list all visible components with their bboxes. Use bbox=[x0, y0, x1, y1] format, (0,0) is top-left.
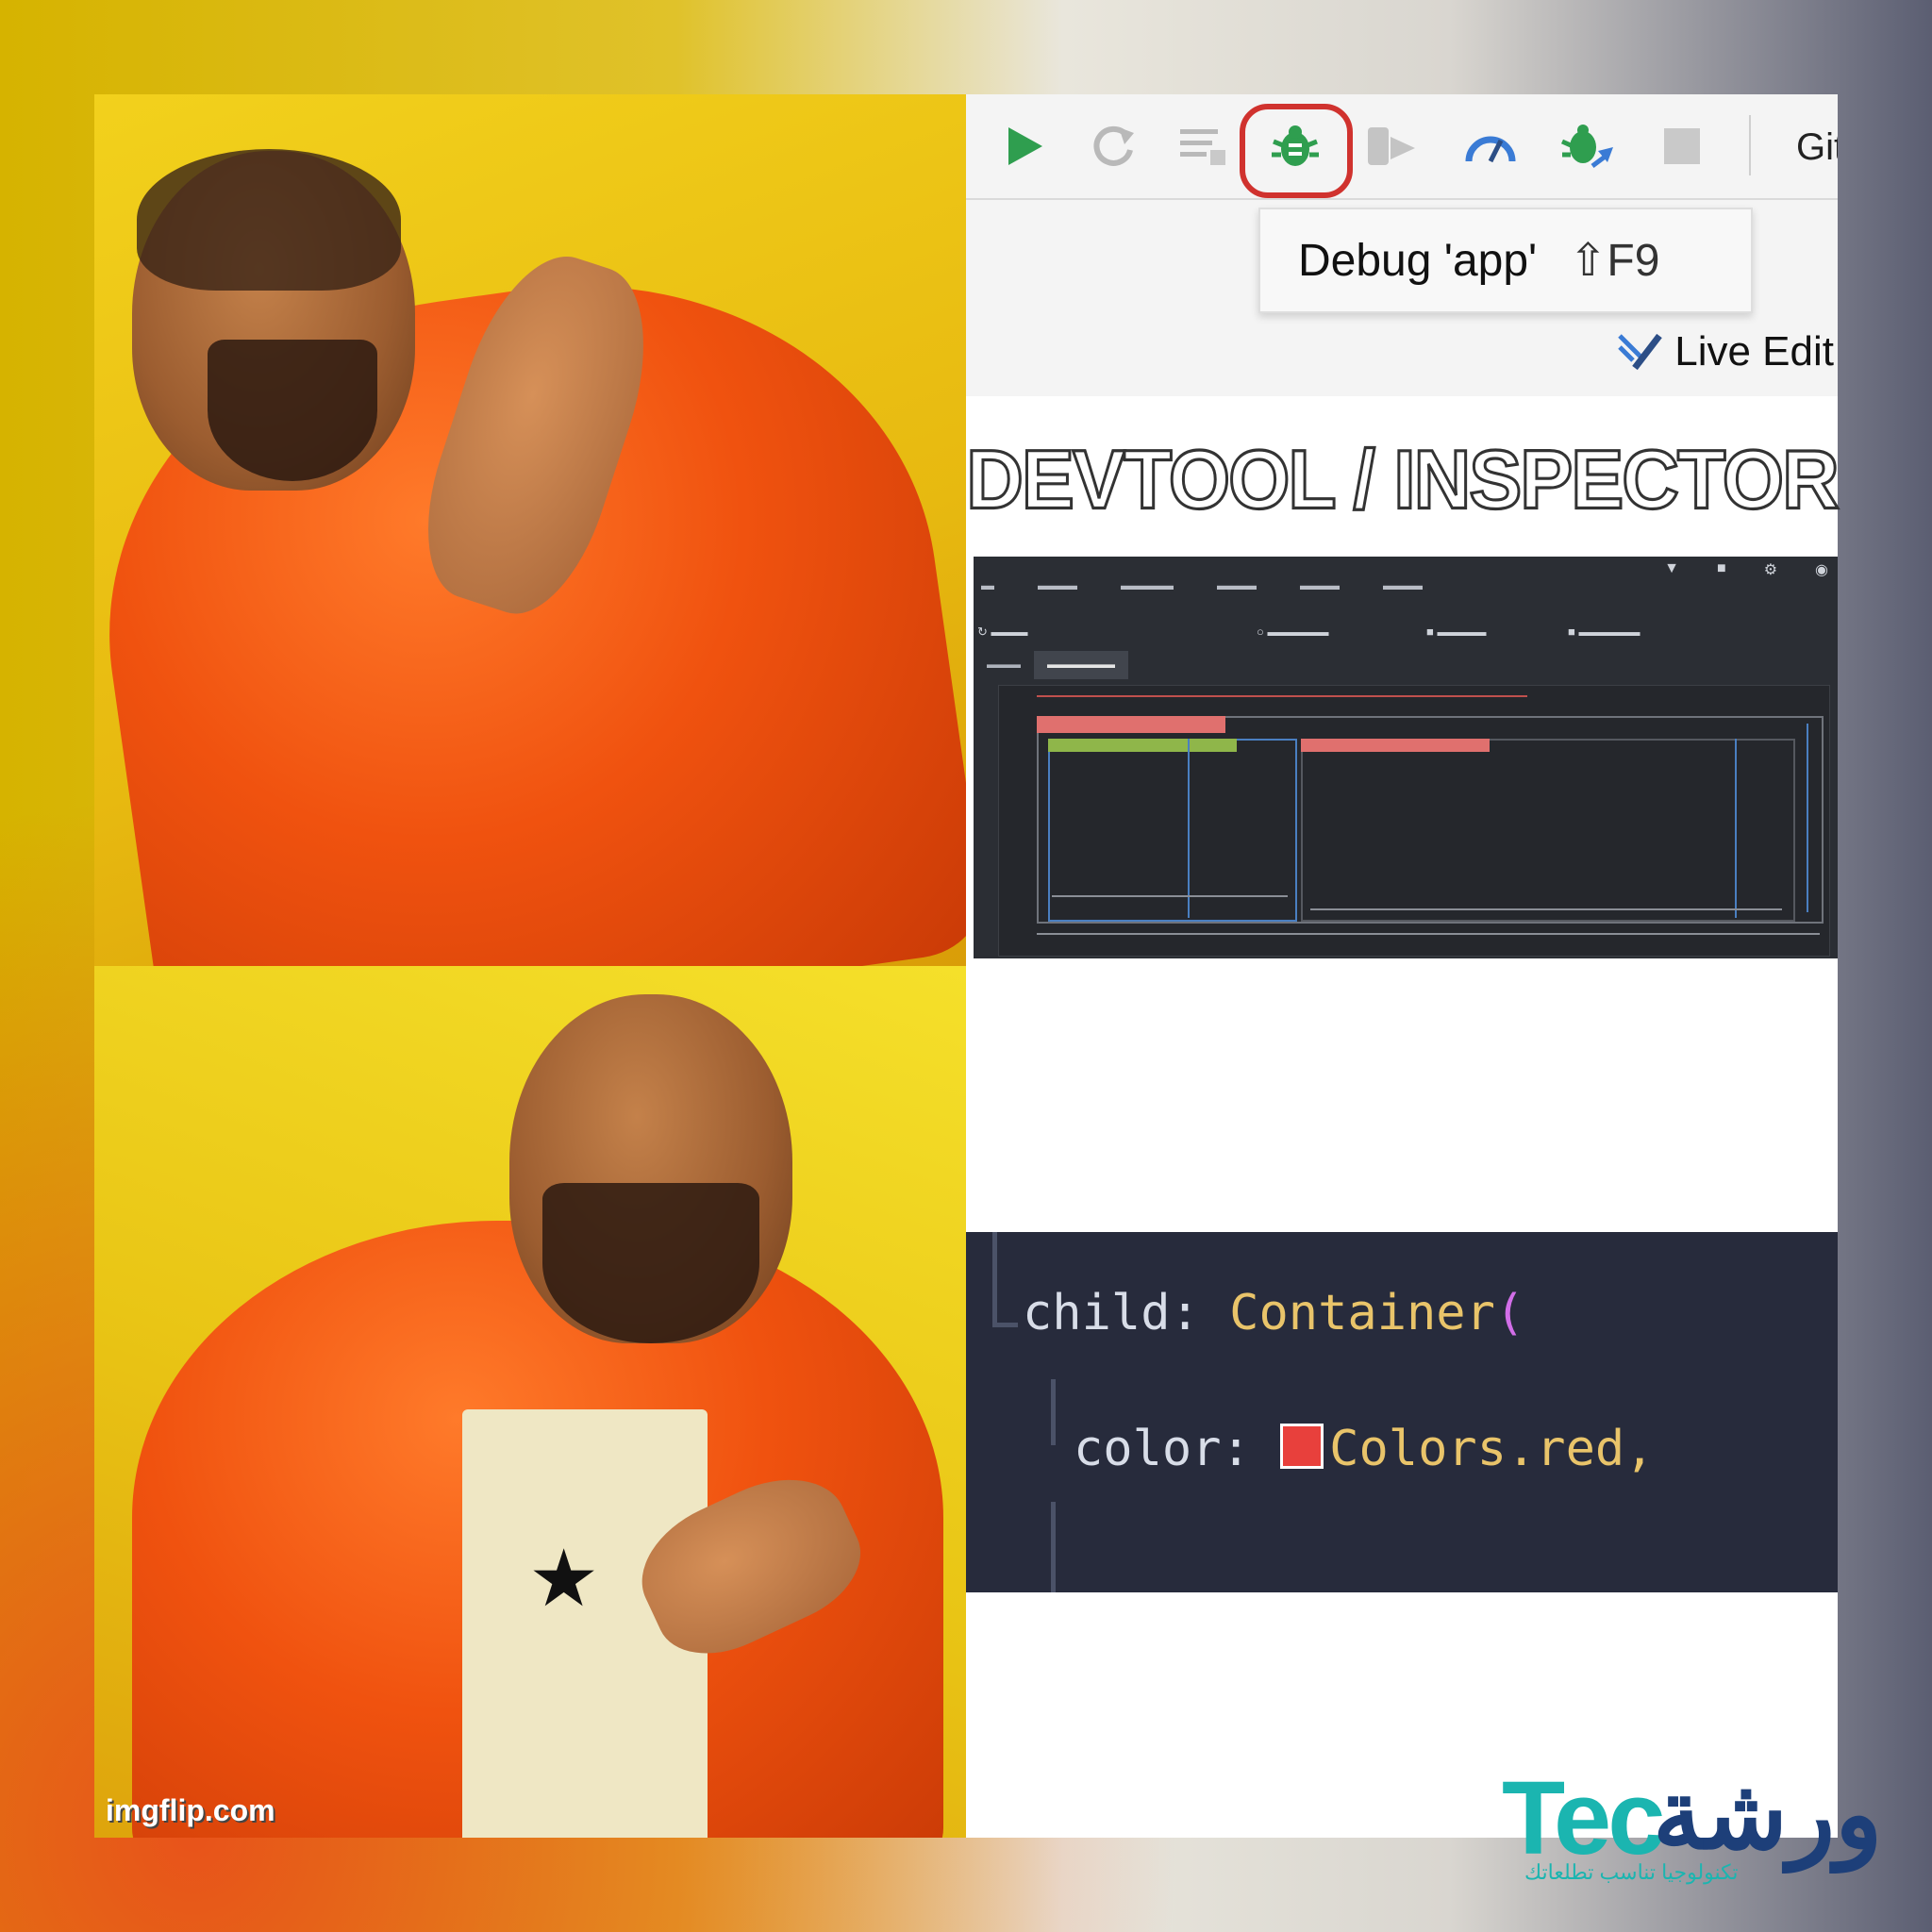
dimension-line bbox=[1037, 933, 1820, 935]
indent-guide bbox=[1051, 1379, 1056, 1445]
ide-toolbar-screenshot: Git Debug 'app' ⇧F9 Live Edit bbox=[966, 94, 1838, 396]
main-axis-line bbox=[1037, 695, 1527, 697]
row-widget-tag bbox=[1037, 716, 1225, 733]
coverage-icon[interactable] bbox=[1174, 117, 1232, 175]
devtool-subtabs: ▬▬▬ ▬▬▬▬▬▬ bbox=[974, 651, 1128, 679]
dt-icon: ▼ bbox=[1664, 560, 1680, 576]
dt-tab: ▬ bbox=[981, 577, 994, 592]
code-line-color: color: Colors.red, bbox=[1074, 1421, 1655, 1477]
profiler-icon[interactable] bbox=[1461, 117, 1520, 175]
debug-highlight-ring bbox=[1240, 104, 1353, 198]
code-line-child: child: Container( bbox=[1023, 1285, 1524, 1341]
dt-toggle: ■ ▬▬▬▬ bbox=[1426, 625, 1487, 639]
meme-panel-reject bbox=[94, 94, 966, 966]
brand-watermark: Tec ورشة تكنولوجيا تناسب تطلعاتك bbox=[1502, 1758, 1898, 1890]
dt-toggle: ○ ▬▬▬▬▬ bbox=[1257, 625, 1329, 639]
meme-frame: ★ imgflip.com Gi Debug 'app' ⇧F9 Live Ed… bbox=[94, 94, 1841, 1838]
dt-subtab: ▬▬▬ bbox=[987, 658, 1021, 671]
tree-elbow bbox=[992, 1232, 1018, 1327]
tooltip-shortcut: ⇧F9 bbox=[1569, 236, 1660, 286]
attach-icon[interactable] bbox=[1362, 117, 1421, 175]
dt-refresh: ↻ ▬▬▬ bbox=[977, 625, 1028, 639]
color-swatch-icon[interactable] bbox=[1280, 1424, 1324, 1469]
live-edit-label: Live Edit bbox=[1674, 328, 1834, 375]
dt-toggle: ■ ▬▬▬▬▬ bbox=[1568, 625, 1641, 639]
git-menu-label[interactable]: Git bbox=[1796, 126, 1838, 169]
dt-tab: ▬▬▬ bbox=[1383, 577, 1423, 592]
tooltip-action: Debug 'app' bbox=[1298, 235, 1538, 286]
code-paren: ( bbox=[1494, 1285, 1525, 1341]
devtool-tab-strip: ▬ ▬▬▬ ▬▬▬▬ ▬▬▬ ▬▬▬ ▬▬▬ bbox=[974, 577, 1838, 615]
dt-icon: ■ bbox=[1717, 560, 1726, 576]
brand-arabic: ورشة bbox=[1653, 1760, 1883, 1870]
debug-attach-icon[interactable] bbox=[1558, 117, 1617, 175]
code-class: Container bbox=[1229, 1285, 1495, 1341]
flex-child-box bbox=[1048, 739, 1297, 922]
flex-child-tag-2 bbox=[1301, 739, 1490, 752]
dimension-line bbox=[1052, 895, 1288, 897]
code-key: child: bbox=[1023, 1285, 1200, 1341]
dimension-line bbox=[1807, 724, 1808, 912]
rerun-icon[interactable] bbox=[1084, 117, 1142, 175]
dimension-line bbox=[1310, 908, 1782, 910]
gear-icon: ⚙ bbox=[1763, 562, 1778, 578]
dt-tab: ▬▬▬ bbox=[1038, 577, 1077, 592]
jumpman-icon: ★ bbox=[528, 1534, 600, 1623]
dt-tab: ▬▬▬ bbox=[1300, 577, 1340, 592]
meme-panel-approve: ★ imgflip.com bbox=[94, 966, 966, 1838]
flex-child-tag bbox=[1048, 739, 1237, 752]
eye-icon: ◉ bbox=[1815, 562, 1828, 578]
flex-child-box-2 bbox=[1301, 739, 1795, 922]
dimension-line bbox=[1188, 739, 1190, 918]
dimension-line bbox=[1735, 739, 1737, 918]
devtool-top-icons: ▼ ■ ⚙ ◉ bbox=[1664, 560, 1828, 579]
live-edit-icon bbox=[1618, 333, 1663, 371]
code-key: color: bbox=[1074, 1421, 1251, 1477]
code-snippet: child: Container( color: Colors.red, bbox=[966, 1232, 1838, 1592]
layout-explorer-canvas bbox=[998, 685, 1830, 957]
hair bbox=[137, 149, 401, 291]
devtool-caption: DEVTOOL / INSPECTOR bbox=[965, 431, 1841, 527]
code-value: Colors.red, bbox=[1329, 1421, 1655, 1477]
imgflip-watermark: imgflip.com bbox=[106, 1793, 275, 1827]
indent-guide bbox=[1051, 1502, 1056, 1592]
beard bbox=[542, 1183, 759, 1343]
run-icon[interactable] bbox=[994, 117, 1053, 175]
debug-tooltip: Debug 'app' ⇧F9 bbox=[1258, 208, 1753, 313]
devtool-action-row: ↻ ▬▬▬ ○ ▬▬▬▬▬ ■ ▬▬▬▬ ■ ▬▬▬▬▬ bbox=[974, 617, 1838, 649]
dt-tab: ▬▬▬ bbox=[1217, 577, 1257, 592]
stop-icon[interactable] bbox=[1653, 117, 1711, 175]
run-toolbar: Git bbox=[966, 94, 1838, 200]
dt-subtab-active: ▬▬▬▬▬▬ bbox=[1034, 651, 1128, 679]
beard bbox=[208, 340, 377, 481]
brand-tagline: تكنولوجيا تناسب تطلعاتك bbox=[1524, 1860, 1739, 1884]
toolbar-separator bbox=[1749, 115, 1751, 175]
dt-tab: ▬▬▬▬ bbox=[1121, 577, 1174, 592]
devtool-inspector-screenshot: ▼ ■ ⚙ ◉ ▬ ▬▬▬ ▬▬▬▬ ▬▬▬ ▬▬▬ ▬▬▬ ↻ ▬▬▬ ○ ▬… bbox=[974, 557, 1838, 958]
live-edit-button[interactable]: Live Edit bbox=[1616, 328, 1834, 375]
